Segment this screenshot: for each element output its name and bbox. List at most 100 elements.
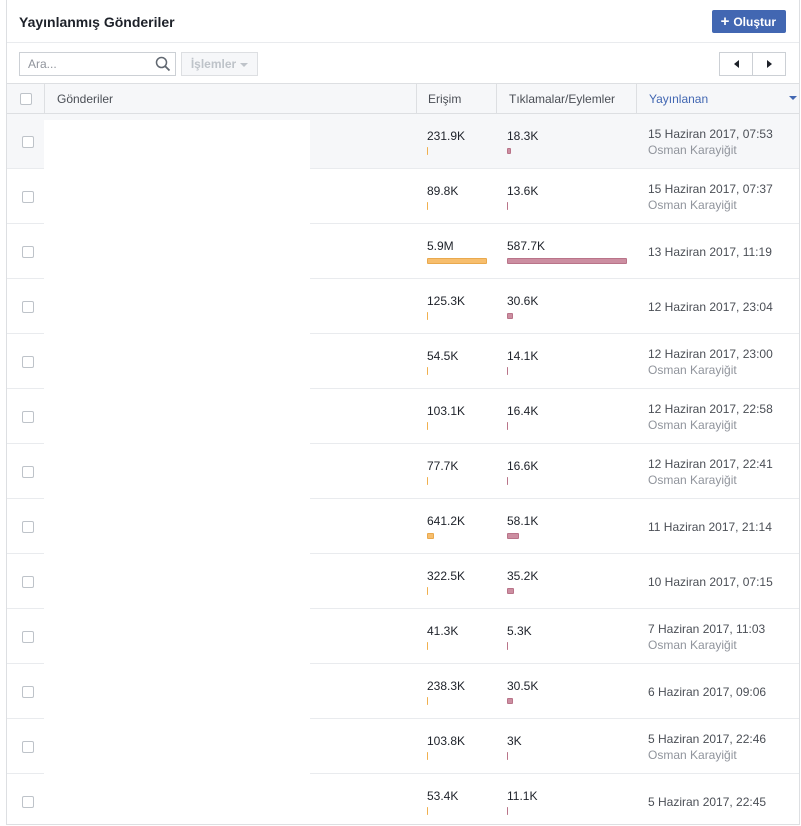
published-date: 15 Haziran 2017, 07:37 xyxy=(648,182,773,196)
author-name[interactable]: Osman Karayiğit xyxy=(648,198,737,212)
table-row[interactable]: 125.3K 30.6K 12 Haziran 2017, 23:04 xyxy=(7,279,799,334)
reach-value: 103.1K xyxy=(427,404,466,418)
reach-value: 231.9K xyxy=(427,129,466,143)
row-checkbox[interactable] xyxy=(22,741,34,753)
clicks-bar xyxy=(507,533,519,539)
published-date: 10 Haziran 2017, 07:15 xyxy=(648,575,773,589)
table-row[interactable]: 231.9K 18.3K 15 Haziran 2017, 07:53 Osman K… xyxy=(7,114,799,169)
published-date: 13 Haziran 2017, 11:19 xyxy=(648,245,772,259)
create-button[interactable]: + Oluştur xyxy=(711,10,786,33)
clicks-bar xyxy=(507,422,508,430)
reach-value: 322.5K xyxy=(427,569,466,583)
post-preview[interactable] xyxy=(44,450,310,499)
clicks-value: 5.3K xyxy=(507,624,532,638)
search-icon[interactable] xyxy=(155,56,171,72)
row-checkbox[interactable] xyxy=(22,246,34,258)
table-row[interactable]: 641.2K 58.1K 11 Haziran 2017, 21:14 xyxy=(7,499,799,554)
author-name[interactable]: Osman Karayiğit xyxy=(648,363,737,377)
post-preview[interactable] xyxy=(44,615,310,664)
row-checkbox[interactable] xyxy=(22,136,34,148)
actions-label: İşlemler xyxy=(190,57,237,71)
search-input[interactable] xyxy=(20,53,156,75)
row-checkbox[interactable] xyxy=(22,301,34,313)
table-row[interactable]: 238.3K 30.5K 6 Haziran 2017, 09:06 xyxy=(7,664,799,719)
clicks-bar xyxy=(507,807,508,815)
reach-bar xyxy=(427,752,428,760)
column-clicks[interactable]: Tıklamalar/Eylemler xyxy=(496,84,636,113)
post-preview[interactable] xyxy=(44,560,310,609)
clicks-bar xyxy=(507,642,508,650)
row-checkbox[interactable] xyxy=(22,576,34,588)
prev-page-button[interactable] xyxy=(720,53,752,75)
author-name[interactable]: Osman Karayiğit xyxy=(648,638,737,652)
clicks-bar xyxy=(507,148,511,154)
table-row[interactable]: 322.5K 35.2K 10 Haziran 2017, 07:15 xyxy=(7,554,799,609)
reach-value: 54.5K xyxy=(427,349,459,363)
row-checkbox[interactable] xyxy=(22,686,34,698)
reach-value: 53.4K xyxy=(427,789,459,803)
actions-dropdown[interactable]: İşlemler xyxy=(181,52,258,76)
caret-down-icon xyxy=(240,63,249,67)
row-checkbox[interactable] xyxy=(22,356,34,368)
select-all-checkbox[interactable] xyxy=(19,92,32,105)
column-reach[interactable]: Erişim xyxy=(416,84,496,113)
row-checkbox[interactable] xyxy=(22,631,34,643)
published-date: 15 Haziran 2017, 07:53 xyxy=(648,127,773,141)
post-preview[interactable] xyxy=(44,340,310,389)
row-checkbox[interactable] xyxy=(22,411,34,423)
reach-bar xyxy=(427,477,428,485)
reach-bar xyxy=(427,587,428,595)
clicks-bar xyxy=(507,588,514,594)
reach-value: 77.7K xyxy=(427,459,459,473)
reach-bar xyxy=(427,697,428,705)
table-row[interactable]: 77.7K 16.6K 12 Haziran 2017, 22:41 Osman Ka… xyxy=(7,444,799,499)
author-name[interactable]: Osman Karayiğit xyxy=(648,418,737,432)
table-row[interactable]: 103.1K 16.4K 12 Haziran 2017, 22:58 Osman K… xyxy=(7,389,799,444)
post-preview[interactable] xyxy=(44,395,310,444)
clicks-value: 3K xyxy=(507,734,522,748)
post-preview[interactable] xyxy=(44,780,310,824)
clicks-value: 16.6K xyxy=(507,459,539,473)
sort-desc-icon xyxy=(789,96,797,100)
row-checkbox[interactable] xyxy=(22,521,34,533)
post-preview[interactable] xyxy=(44,725,310,774)
author-name[interactable]: Osman Karayiğit xyxy=(648,143,737,157)
table-row[interactable]: 103.8K 3K 5 Haziran 2017, 22:46 Osman Karay… xyxy=(7,719,799,774)
post-preview[interactable] xyxy=(44,120,310,169)
table-row[interactable]: 5.9M 587.7K 13 Haziran 2017, 11:19 xyxy=(7,224,799,279)
post-preview[interactable] xyxy=(44,285,310,334)
next-page-button[interactable] xyxy=(752,53,785,75)
reach-value: 125.3K xyxy=(427,294,466,308)
reach-value: 238.3K xyxy=(427,679,466,693)
clicks-bar xyxy=(507,752,508,760)
table-header: Gönderiler Erişim Tıklamalar/Eylemler Ya… xyxy=(7,83,799,114)
reach-value: 103.8K xyxy=(427,734,466,748)
post-preview[interactable] xyxy=(44,670,310,719)
row-checkbox[interactable] xyxy=(22,466,34,478)
table-row[interactable]: 54.5K 14.1K 12 Haziran 2017, 23:00 Osman Ka… xyxy=(7,334,799,389)
table-body: 231.9K 18.3K 15 Haziran 2017, 07:53 Osman K… xyxy=(7,114,799,824)
arrow-left-icon xyxy=(733,60,739,68)
published-date: 12 Haziran 2017, 22:41 xyxy=(648,457,773,471)
panel-header: Yayınlanmış Gönderiler + Oluştur xyxy=(7,0,799,43)
plus-icon: + xyxy=(720,12,730,30)
table-row[interactable]: 41.3K 5.3K 7 Haziran 2017, 11:03 Osman Kara… xyxy=(7,609,799,664)
table-row[interactable]: 89.8K 13.6K 15 Haziran 2017, 07:37 Osman Ka… xyxy=(7,169,799,224)
table-row[interactable]: 53.4K 11.1K 5 Haziran 2017, 22:45 xyxy=(7,774,799,824)
row-checkbox[interactable] xyxy=(22,796,34,808)
column-posts[interactable]: Gönderiler xyxy=(44,84,416,113)
reach-bar xyxy=(427,533,434,539)
clicks-bar xyxy=(507,698,513,704)
reach-bar xyxy=(427,807,428,815)
clicks-value: 30.6K xyxy=(507,294,539,308)
clicks-value: 58.1K xyxy=(507,514,539,528)
published-date: 12 Haziran 2017, 23:00 xyxy=(648,347,773,361)
author-name[interactable]: Osman Karayiğit xyxy=(648,473,737,487)
row-checkbox[interactable] xyxy=(22,191,34,203)
post-preview[interactable] xyxy=(44,505,310,554)
author-name[interactable]: Osman Karayiğit xyxy=(648,748,737,762)
column-published[interactable]: Yayınlanan xyxy=(636,84,799,113)
post-preview[interactable] xyxy=(44,175,310,224)
published-date: 12 Haziran 2017, 23:04 xyxy=(648,300,773,314)
post-preview[interactable] xyxy=(44,230,310,279)
